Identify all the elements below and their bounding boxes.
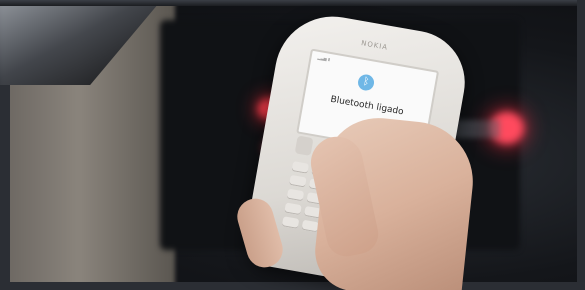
left-frame [0, 85, 10, 290]
keypad-key [281, 216, 300, 229]
right-frame [577, 0, 585, 290]
phone-brand-logo: NOKIA [360, 39, 389, 52]
bluetooth-icon: ᛒ [356, 73, 376, 92]
keypad-key [286, 188, 305, 202]
status-bar: ▂▃▅ ▮ [317, 54, 331, 62]
keypad-key [291, 161, 310, 174]
keypad-key [289, 174, 307, 188]
top-frame [0, 0, 585, 6]
photo-scene: NOKIA ▂▃▅ ▮ ᛒ Bluetooth ligado [0, 0, 585, 290]
bottom-frame [0, 282, 585, 290]
left-softkey [294, 135, 314, 156]
bluetooth-status-message: Bluetooth ligado [329, 94, 405, 118]
keypad-key [284, 202, 302, 216]
